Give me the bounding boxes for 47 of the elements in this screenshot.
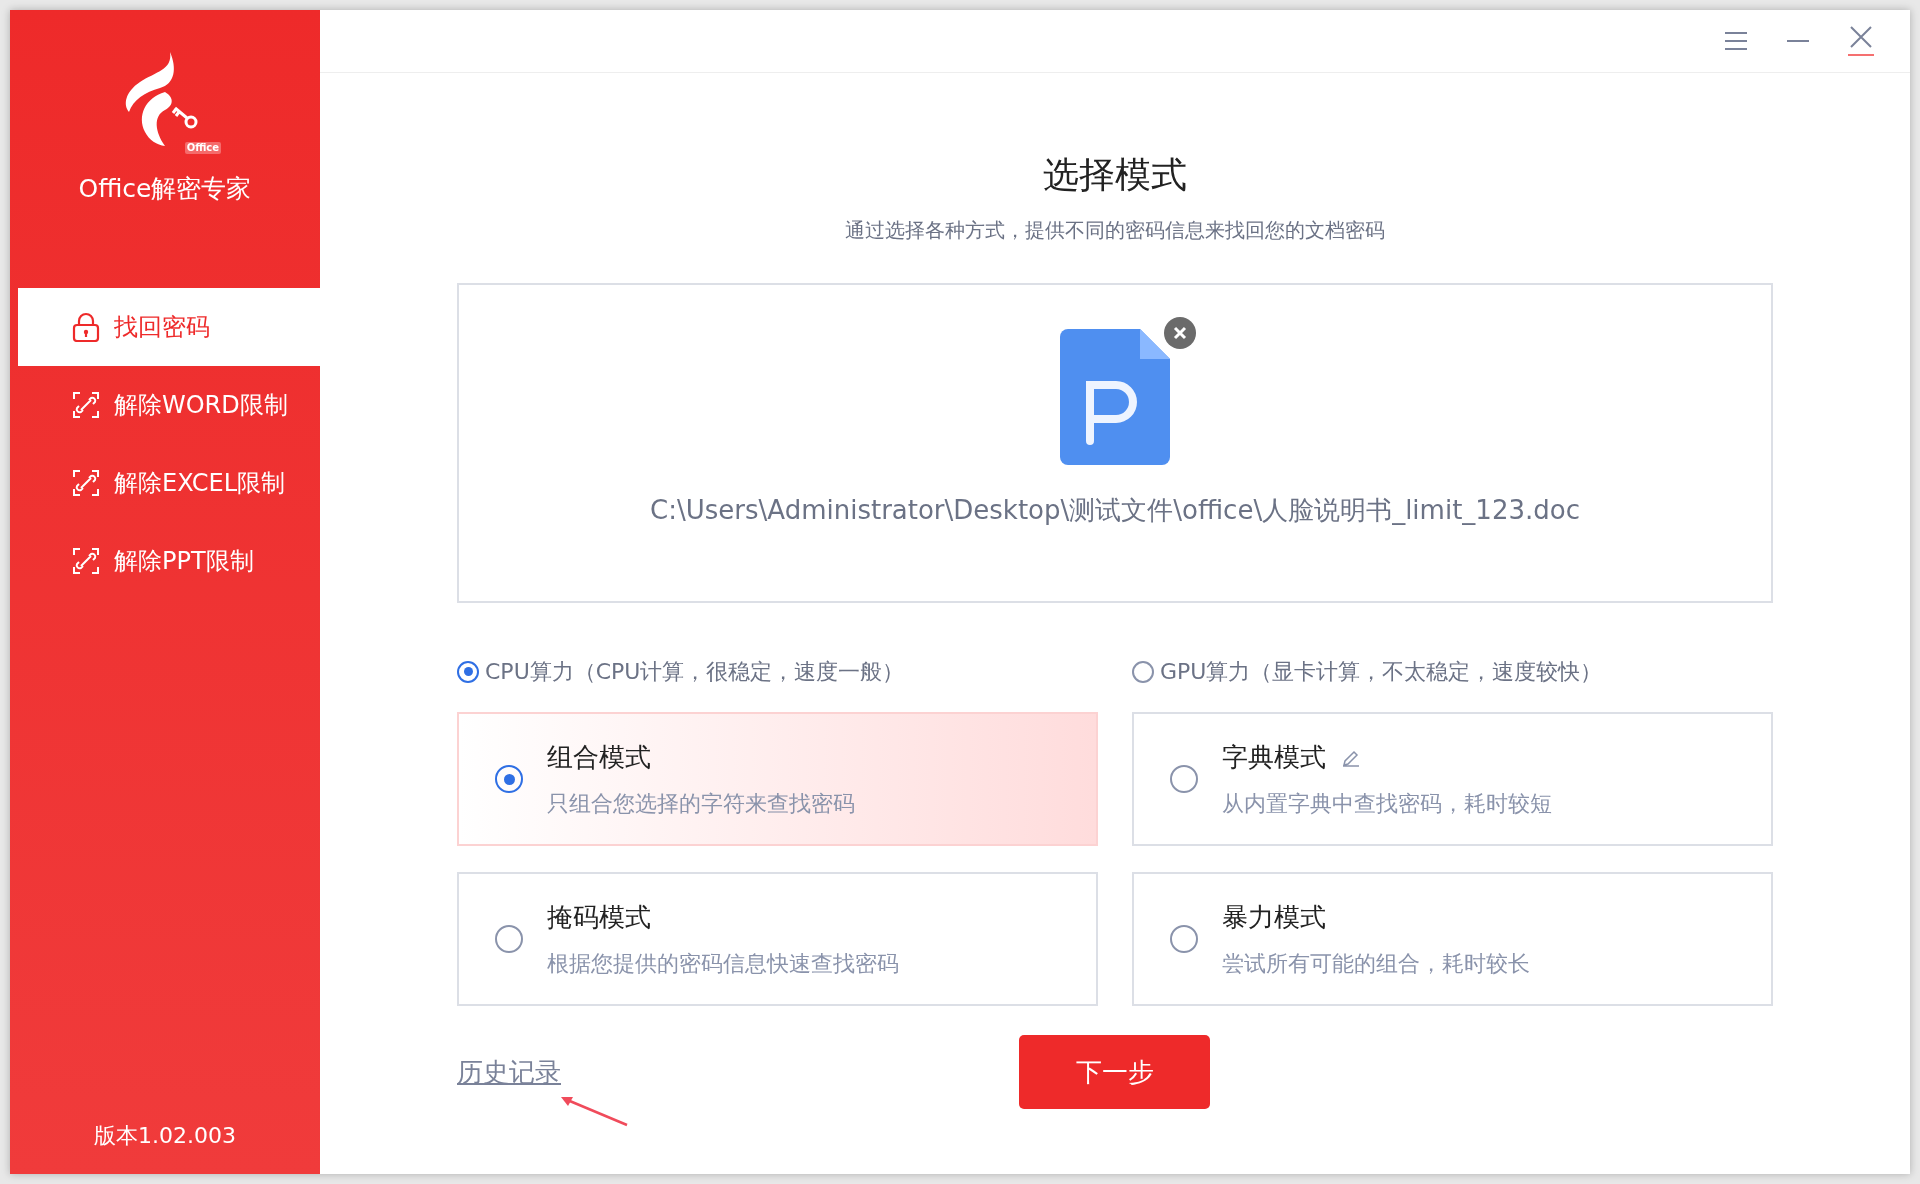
history-link[interactable]: 历史记录 xyxy=(457,1052,561,1092)
version-text: 版本1.02.003 xyxy=(93,1122,237,1150)
file-path: C:\Users\Administrator\Desktop\测试文件\office\人脸说明书_limit_123.doc xyxy=(650,494,1580,527)
logo-badge: Office xyxy=(184,142,221,154)
pencil-icon[interactable] xyxy=(1342,748,1360,767)
mode-card[interactable]: 组合模式 只组合您选择的字符来查找密码 xyxy=(457,712,1098,846)
broken-link-icon xyxy=(72,546,100,575)
sidebar-item[interactable]: 找回密码 xyxy=(18,287,320,366)
app-name: Office解密专家 xyxy=(78,173,252,205)
sidebar-item-label: 解除WORD限制 xyxy=(114,389,288,421)
mode-description: 只组合您选择的字符来查找密码 xyxy=(547,790,855,818)
sidebar-item-label: 解除PPT限制 xyxy=(114,545,254,577)
sidebar-item-label: 解除EXCEL限制 xyxy=(114,467,286,499)
menu-icon[interactable] xyxy=(1724,31,1748,51)
remove-file-icon[interactable] xyxy=(1164,317,1196,349)
mode-description: 尝试所有可能的组合，耗时较长 xyxy=(1222,950,1530,978)
compute-option-label[interactable]: CPU算力（CPU计算，很稳定，速度一般） xyxy=(485,655,905,688)
broken-link-icon xyxy=(72,468,100,497)
sidebar-item[interactable]: 解除WORD限制 xyxy=(18,365,320,444)
radio-button[interactable] xyxy=(1170,765,1198,793)
radio-button[interactable] xyxy=(1170,925,1198,953)
radio-button[interactable] xyxy=(1132,660,1154,683)
mode-title: 字典模式 xyxy=(1222,741,1326,774)
sidebar-item-label: 找回密码 xyxy=(114,311,210,343)
radio-button[interactable] xyxy=(495,925,523,953)
sidebar-item[interactable]: 解除EXCEL限制 xyxy=(18,443,320,522)
page-title: 选择模式 xyxy=(1043,157,1187,193)
document-file-icon xyxy=(1060,329,1170,465)
page-subtitle: 通过选择各种方式，提供不同的密码信息来找回您的文档密码 xyxy=(845,217,1385,244)
mode-card[interactable]: 掩码模式 根据您提供的密码信息快速查找密码 xyxy=(457,872,1098,1006)
mode-description: 从内置字典中查找密码，耗时较短 xyxy=(1222,790,1552,818)
mode-title: 组合模式 xyxy=(547,741,651,774)
lock-icon xyxy=(72,311,100,342)
radio-button[interactable] xyxy=(457,660,479,683)
close-icon[interactable] xyxy=(1848,25,1874,57)
broken-link-icon xyxy=(72,390,100,419)
compute-option-label[interactable]: GPU算力（显卡计算，不太稳定，速度较快） xyxy=(1160,655,1603,688)
mode-description: 根据您提供的密码信息快速查找密码 xyxy=(547,950,899,978)
annotation-arrow xyxy=(559,1095,629,1127)
minimize-icon[interactable] xyxy=(1786,39,1810,43)
mode-card[interactable]: 暴力模式 尝试所有可能的组合，耗时较长 xyxy=(1132,872,1773,1006)
mode-title: 暴力模式 xyxy=(1222,901,1326,934)
sidebar-item[interactable]: 解除PPT限制 xyxy=(18,521,320,600)
mode-title: 掩码模式 xyxy=(547,901,651,934)
mode-card[interactable]: 字典模式 从内置字典中查找密码，耗时较短 xyxy=(1132,712,1773,846)
radio-button[interactable] xyxy=(495,765,523,793)
next-button[interactable]: 下一步 xyxy=(1019,1035,1210,1109)
